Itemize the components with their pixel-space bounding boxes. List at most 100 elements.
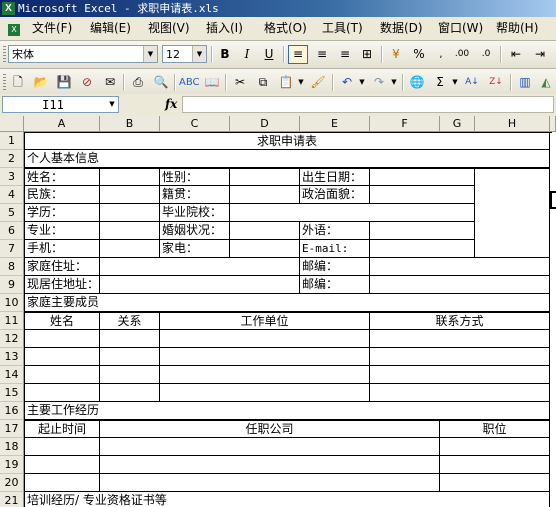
row-header-19[interactable]: 19	[0, 456, 24, 474]
empty-cell[interactable]	[440, 474, 550, 492]
empty-cell[interactable]	[100, 438, 440, 456]
row-header-2[interactable]: 2	[0, 150, 24, 168]
cell-r5-school[interactable]: 毕业院校：	[160, 204, 230, 222]
empty-cell[interactable]	[24, 474, 100, 492]
cell-r17-hdr-period[interactable]: 起止时间	[24, 420, 100, 438]
name-box[interactable]: I11 ▼	[2, 96, 119, 113]
row-header-10[interactable]: 10	[0, 294, 24, 312]
cell-r21-training-section[interactable]: 培训经历/ 专业资格证书等	[24, 492, 550, 507]
empty-cell[interactable]	[100, 222, 160, 240]
menu-help[interactable]: 帮助(H)	[496, 20, 538, 36]
decrease-indent-icon[interactable]: ⇤	[506, 45, 526, 64]
empty-cell[interactable]	[370, 348, 550, 366]
menu-window[interactable]: 窗口(W)	[438, 20, 483, 36]
row-header-18[interactable]: 18	[0, 438, 24, 456]
empty-cell[interactable]	[100, 276, 300, 294]
italic-icon[interactable]: I	[237, 45, 257, 64]
row-header-13[interactable]: 13	[0, 348, 24, 366]
empty-cell[interactable]	[370, 384, 550, 402]
copy-icon[interactable]: ⧉	[253, 73, 273, 92]
chevron-down-icon[interactable]: ▼	[390, 73, 398, 92]
row-header-8[interactable]: 8	[0, 258, 24, 276]
cell-r2-section[interactable]: 个人基本信息	[24, 150, 550, 168]
align-center-icon[interactable]: ≡	[312, 45, 332, 64]
cell-r3-birth[interactable]: 出生日期：	[300, 168, 370, 186]
empty-cell[interactable]	[24, 348, 100, 366]
cell-r5-education[interactable]: 学历：	[24, 204, 100, 222]
empty-cell[interactable]	[160, 330, 370, 348]
row-header-4[interactable]: 4	[0, 186, 24, 204]
menu-view[interactable]: 视图(V)	[148, 20, 190, 36]
empty-cell[interactable]	[550, 132, 552, 150]
column-header-A[interactable]: A	[24, 116, 100, 132]
cell-r4-political[interactable]: 政治面貌：	[300, 186, 370, 204]
formula-input[interactable]	[182, 96, 554, 113]
empty-cell[interactable]	[160, 384, 370, 402]
empty-cell[interactable]	[24, 456, 100, 474]
sort-descending-icon[interactable]: Z↓	[486, 73, 506, 92]
toolbar-grip[interactable]	[3, 74, 6, 91]
menu-tools[interactable]: 工具(T)	[322, 20, 363, 36]
empty-cell[interactable]	[100, 240, 160, 258]
empty-cell[interactable]	[100, 330, 160, 348]
empty-cell[interactable]	[100, 258, 300, 276]
hyperlink-icon[interactable]: 🌐	[407, 73, 427, 92]
spelling-icon[interactable]: ABC	[179, 73, 200, 92]
empty-cell[interactable]	[230, 186, 300, 204]
cell-r1-title[interactable]: 求职申请表	[24, 132, 550, 150]
empty-cell[interactable]	[160, 348, 370, 366]
cell-r16-work-section[interactable]: 主要工作经历	[24, 402, 550, 420]
sort-ascending-icon[interactable]: A↓	[462, 73, 482, 92]
empty-cell[interactable]	[24, 366, 100, 384]
format-painter-icon[interactable]: 🖌	[308, 73, 328, 92]
align-left-icon[interactable]: ≡	[288, 45, 308, 64]
column-header-C[interactable]: C	[160, 116, 230, 132]
empty-cell[interactable]	[100, 168, 160, 186]
empty-cell[interactable]	[24, 330, 100, 348]
menu-edit[interactable]: 编辑(E)	[90, 20, 131, 36]
cell-r11-hdr-name[interactable]: 姓名	[24, 312, 100, 330]
empty-cell[interactable]	[160, 366, 370, 384]
row-header-17[interactable]: 17	[0, 420, 24, 438]
comma-style-icon[interactable]: ,	[431, 45, 451, 64]
undo-icon[interactable]: ↶	[337, 73, 357, 92]
bold-icon[interactable]: B	[215, 45, 235, 64]
column-header-G[interactable]: G	[440, 116, 475, 132]
empty-cell[interactable]	[370, 330, 550, 348]
percent-icon[interactable]: %	[409, 45, 429, 64]
worksheet-grid[interactable]: ABCDEFGH 1 2 3 4 5 6 7 8 9 10 11 12 13 14 15 16 17 18 19 20…	[0, 116, 556, 507]
row-header-21[interactable]: 21	[0, 492, 24, 507]
cell-r8-postcode[interactable]: 邮编：	[300, 258, 370, 276]
cell-r9-postcode[interactable]: 邮编：	[300, 276, 370, 294]
row-header-3[interactable]: 3	[0, 168, 24, 186]
cell-r6-language[interactable]: 外语：	[300, 222, 370, 240]
menu-insert[interactable]: 插入(I)	[206, 20, 243, 36]
empty-cell[interactable]	[24, 438, 100, 456]
empty-cell[interactable]	[475, 168, 550, 258]
column-header-F[interactable]: F	[370, 116, 440, 132]
chevron-down-icon[interactable]: ▼	[192, 46, 206, 62]
chevron-down-icon[interactable]: ▼	[143, 46, 157, 62]
column-header-D[interactable]: D	[230, 116, 300, 132]
column-header-E[interactable]: E	[300, 116, 370, 132]
cell-r6-marital[interactable]: 婚姻状况：	[160, 222, 230, 240]
cell-r17-hdr-company[interactable]: 任职公司	[100, 420, 440, 438]
cell-r11-hdr-relation[interactable]: 关系	[100, 312, 160, 330]
chevron-down-icon[interactable]: ▼	[451, 73, 459, 92]
empty-cell[interactable]	[440, 438, 550, 456]
toolbar-grip[interactable]	[3, 46, 6, 63]
cell-r9-current-address[interactable]: 现居住地址：	[24, 276, 100, 294]
empty-cell[interactable]	[24, 384, 100, 402]
cell-r3-name[interactable]: 姓名：	[24, 168, 100, 186]
empty-cell[interactable]	[370, 240, 475, 258]
font-name-combo[interactable]: 宋体 ▼	[8, 45, 158, 63]
row-header-7[interactable]: 7	[0, 240, 24, 258]
row-header-11[interactable]: 11	[0, 312, 24, 330]
underline-icon[interactable]: U	[259, 45, 279, 64]
cell-r10-family-section[interactable]: 家庭主要成员	[24, 294, 550, 312]
font-size-combo[interactable]: 12 ▼	[162, 45, 207, 63]
menu-format[interactable]: 格式(O)	[264, 20, 307, 36]
empty-cell[interactable]	[230, 240, 300, 258]
chart-wizard-icon[interactable]: ▥	[515, 73, 535, 92]
research-icon[interactable]: 📖	[202, 73, 222, 92]
